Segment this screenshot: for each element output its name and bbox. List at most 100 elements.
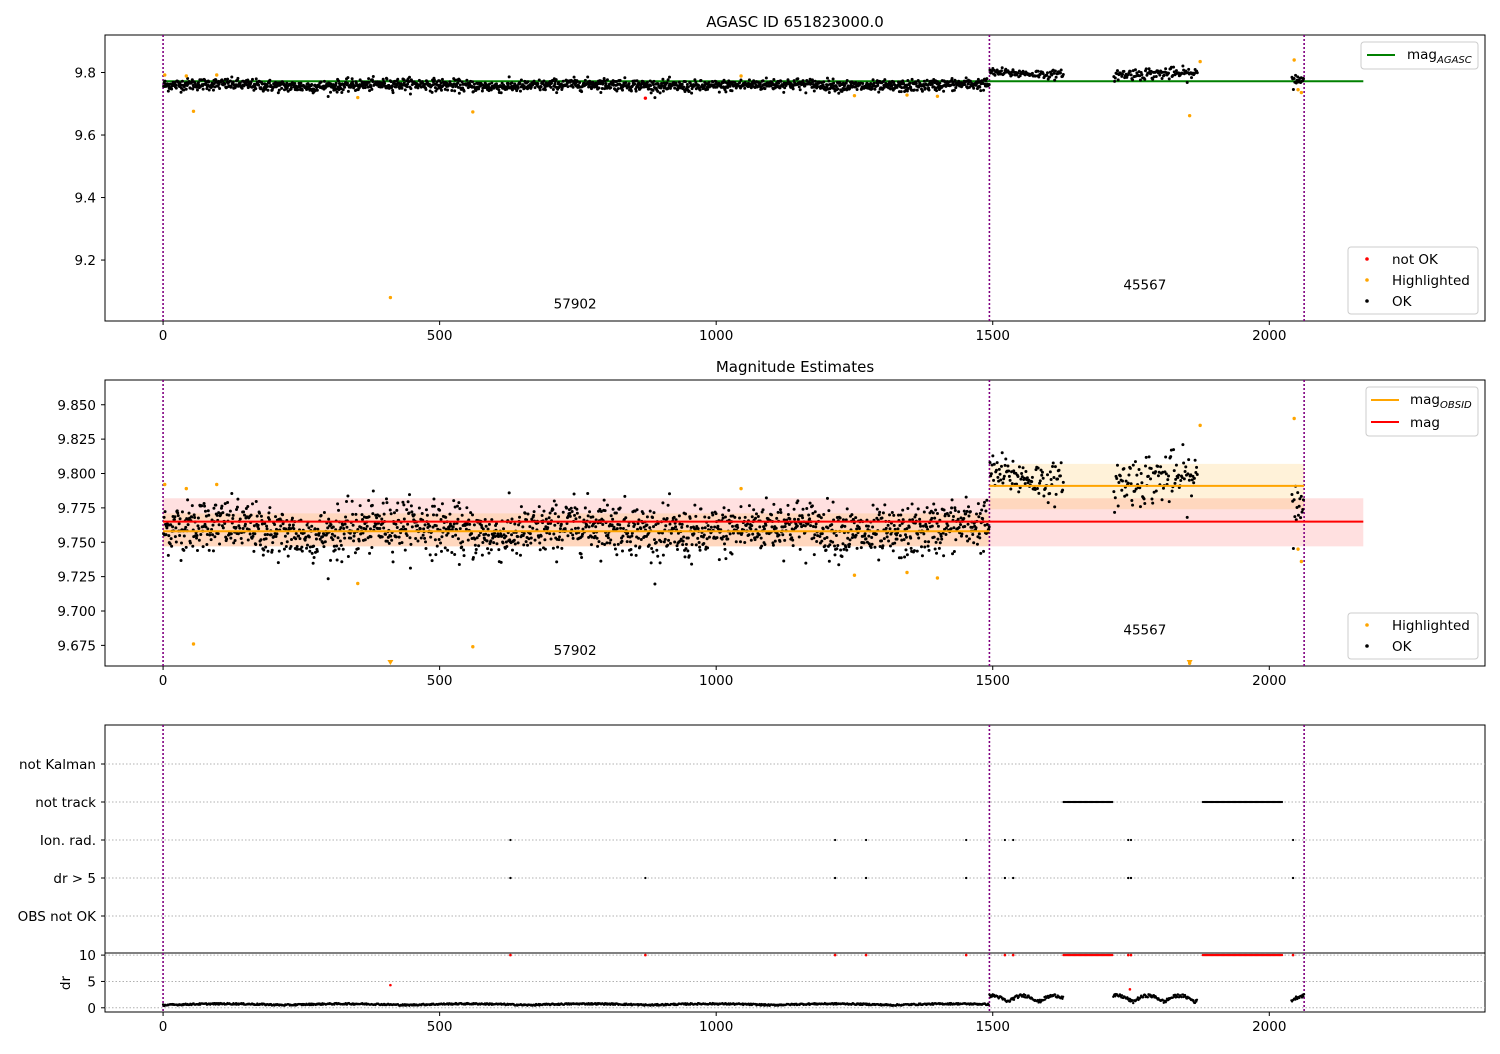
ok-point [268,79,271,82]
ok-point [260,515,263,518]
ok-point [738,516,741,519]
ok-point [1158,74,1161,77]
ok-point [967,515,970,518]
ok-point [170,88,173,91]
ok-point [199,533,202,536]
ok-point [618,523,621,526]
ok-point [1140,73,1143,76]
ok-point [1044,487,1047,490]
ok-point [382,502,385,505]
ok-point [610,514,613,517]
ok-point [878,513,881,516]
ok-point [277,91,280,94]
ok-point [608,541,611,544]
ok-point [347,90,350,93]
ok-point [903,538,906,541]
ok-point [1195,466,1198,469]
ok-point [1177,474,1180,477]
ok-point [772,544,775,547]
ok-point [542,80,545,83]
ok-point [541,514,544,517]
ok-point [763,543,766,546]
ok-point [342,548,345,551]
highlighted-point [853,94,856,97]
ok-point [684,555,687,558]
ok-point [727,509,730,512]
ok-point [757,515,760,518]
ok-point [646,81,649,84]
ok-point [934,547,937,550]
ok-point [435,514,438,517]
ok-point [900,90,903,93]
ok-point [739,505,742,508]
ok-point [1144,465,1147,468]
ok-point [893,542,896,545]
obsid-label: 45567 [1123,622,1166,638]
ok-point [371,512,374,515]
ok-point [323,511,326,514]
ok-point [196,534,199,537]
ok-point [804,562,807,565]
ok-point [522,543,525,546]
axis-ticks: not Kalmannot trackIon. rad.dr > 5OBS no… [18,757,105,925]
ok-point [613,526,616,529]
ok-point [813,533,816,536]
ok-point [809,502,812,505]
ok-point [175,87,178,90]
ok-point [954,538,957,541]
ok-point [315,537,318,540]
ok-point [828,91,831,94]
ok-point [1183,477,1186,480]
ok-point [605,82,608,85]
ok-point [343,537,346,540]
ok-point [695,543,698,546]
ok-point [310,83,313,86]
ok-point [452,525,455,528]
ok-point [1299,516,1302,519]
x-tick-label: 0 [159,328,168,344]
ok-point [174,83,177,86]
ok-point [200,504,203,507]
ok-point [1186,472,1189,475]
ok-point [354,513,357,516]
ok-point [487,528,490,531]
ok-point [883,537,886,540]
ok-point [234,539,237,542]
ok-point [673,540,676,543]
ok-point [638,545,641,548]
ok-point [271,549,274,552]
ok-point [1149,477,1152,480]
ok-point [978,86,981,89]
ok-point [1163,74,1166,77]
ok-point [506,82,509,85]
ok-point [630,535,633,538]
ok-point [674,525,677,528]
ok-point [434,553,437,556]
ok-point [959,523,962,526]
ok-point [189,541,192,544]
dr-gt5-point [865,877,867,879]
ok-point [578,81,581,84]
ok-point [573,514,576,517]
highlighted-point [192,110,195,113]
ok-point [979,89,982,92]
legend-label-mag: mag [1410,415,1440,431]
ok-point [923,545,926,548]
ok-point [943,509,946,512]
ok-point [998,468,1001,471]
ok-point [601,523,604,526]
ok-point [232,514,235,517]
ok-point [349,537,352,540]
ok-point [485,525,488,528]
ok-point [926,506,929,509]
ok-point [191,504,194,507]
ok-point [372,489,375,492]
ok-point [511,81,514,84]
ok-point [996,461,999,464]
ok-point [715,536,718,539]
flag-row-label: Ion. rad. [40,833,96,849]
ok-point [250,514,253,517]
ok-point [957,518,960,521]
ok-point [1017,475,1020,478]
ok-point [863,541,866,544]
